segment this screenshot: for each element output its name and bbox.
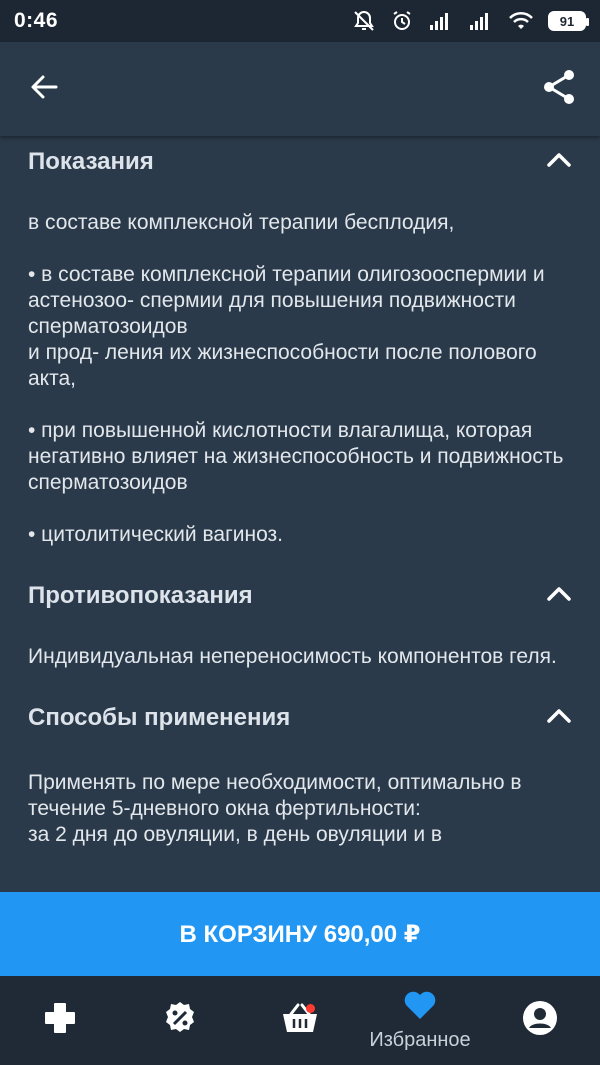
wifi-icon (508, 11, 534, 31)
cross-icon (43, 1001, 77, 1040)
section-title: Показания (28, 148, 154, 175)
section-header-usage[interactable]: Способы применения (28, 692, 572, 744)
mute-icon (352, 9, 376, 33)
share-button[interactable] (542, 69, 576, 110)
section-title: Способы применения (28, 704, 291, 731)
status-time: 0:46 (14, 9, 59, 32)
section-title: Противопоказания (28, 582, 253, 609)
battery-indicator: 91 (548, 11, 589, 31)
discount-icon (162, 1000, 198, 1041)
section-header-indications[interactable]: Показания (28, 136, 572, 188)
signal-icon (468, 11, 494, 31)
nav-label-favorites: Избранное (369, 1029, 471, 1051)
share-icon (542, 69, 576, 110)
product-details[interactable]: Показания в составе комплексной терапии … (0, 136, 600, 892)
chevron-up-icon (546, 708, 572, 729)
signal-icon (428, 11, 454, 31)
bottom-nav: Избранное (0, 976, 600, 1065)
arrow-left-icon (28, 71, 60, 108)
chevron-up-icon (546, 152, 572, 173)
section-body-usage: Применять по мере необходимости, оптимал… (28, 771, 522, 846)
app-bar (0, 42, 600, 136)
nav-item-discounts[interactable] (120, 976, 240, 1065)
nav-item-profile[interactable] (480, 976, 600, 1065)
nav-item-cart[interactable] (240, 976, 360, 1065)
nav-item-catalog[interactable] (0, 976, 120, 1065)
section-body-contraindications: Индивидуальная непереносимость компонент… (28, 645, 557, 668)
section-header-contraindications[interactable]: Противопоказания (28, 570, 572, 622)
heart-icon (403, 990, 437, 1025)
status-bar: 0:46 91 (0, 0, 600, 42)
add-to-cart-button[interactable]: В КОРЗИНУ 690,00 ₽ (0, 892, 600, 976)
cart-badge (306, 1004, 315, 1013)
profile-icon (522, 1000, 558, 1041)
alarm-icon (390, 9, 414, 33)
back-button[interactable] (28, 71, 60, 108)
nav-item-favorites[interactable]: Избранное (360, 976, 480, 1065)
section-body-indications: в составе комплексной терапии бесплодия,… (28, 211, 564, 546)
chevron-up-icon (546, 586, 572, 607)
status-icons: 91 (352, 9, 589, 33)
